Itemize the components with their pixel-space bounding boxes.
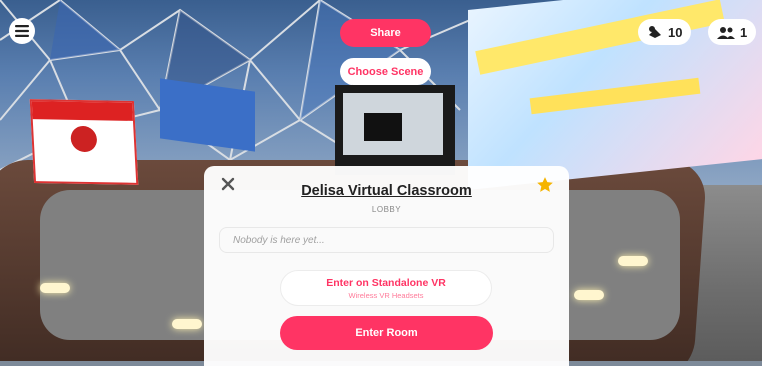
presence-list: Nobody is here yet... (219, 227, 554, 253)
hamburger-menu-icon (15, 25, 29, 37)
people-icon (717, 26, 735, 39)
floor-light (40, 283, 70, 293)
object-count: 10 (668, 24, 683, 40)
floor-light (172, 319, 202, 329)
enter-room-button[interactable]: Enter Room (280, 316, 493, 350)
share-button[interactable]: Share (340, 19, 431, 47)
people-count: 1 (740, 24, 748, 40)
vr-button-label: Enter on Standalone VR (326, 277, 446, 289)
objects-icon (649, 26, 661, 38)
lobby-label: LOBBY (371, 205, 402, 214)
main-menu-button[interactable] (9, 18, 35, 44)
presence-text: Nobody is here yet... (233, 234, 325, 246)
choose-scene-button[interactable]: Choose Scene (340, 58, 431, 85)
lobby-dialog: Delisa Virtual Classroom LOBBY Nobody is… (204, 166, 569, 366)
people-count-button[interactable]: 1 (708, 19, 757, 45)
vr-button-sublabel: Wireless VR Headsets (348, 291, 424, 300)
object-count-button[interactable]: 10 (638, 19, 692, 45)
floor-light (618, 256, 648, 266)
wall-poster (29, 99, 139, 185)
enter-standalone-vr-button[interactable]: Enter on Standalone VR Wireless VR Heads… (280, 270, 492, 306)
room-title: Delisa Virtual Classroom (301, 183, 472, 199)
video-screen-monitor (364, 113, 402, 141)
floor-light (574, 290, 604, 300)
